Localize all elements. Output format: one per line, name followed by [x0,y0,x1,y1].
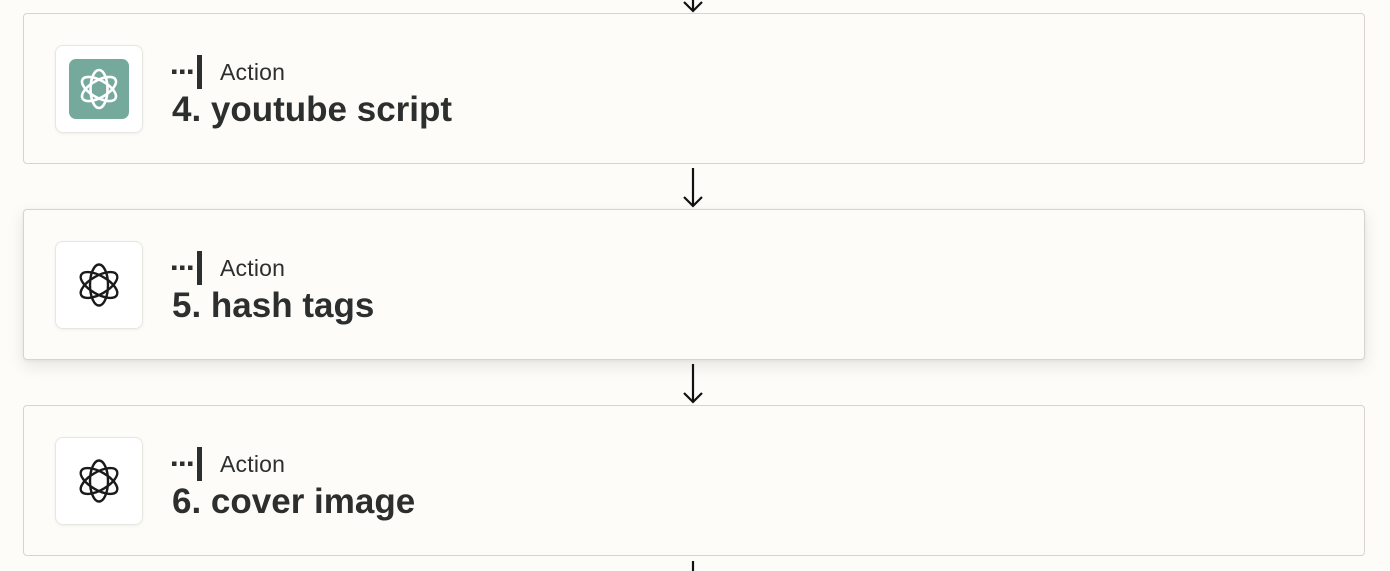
step-connector-arrow [681,559,705,571]
dashed-branch-icon [172,447,204,481]
step-title: 5. hash tags [172,286,375,325]
step-card-6[interactable]: Action 6. cover image [23,405,1365,556]
down-arrow-icon [683,0,703,13]
step-card-5[interactable]: Action 5. hash tags [23,209,1365,360]
openai-app-tile [69,59,129,119]
app-icon-container [55,241,143,329]
zap-editor-canvas: Action 4. youtube script Action 5. hash … [0,0,1390,571]
step-type-label: Action [220,450,286,477]
step-card-4[interactable]: Action 4. youtube script [23,13,1365,164]
app-icon-container [55,45,143,133]
step-type-row: Action [172,447,285,481]
dashed-branch-icon [172,251,204,285]
step-connector-arrow [681,167,705,209]
openai-logo-icon [79,459,119,503]
step-connector-arrow [681,363,705,405]
step-connector-arrow [681,0,705,14]
dashed-branch-icon [172,55,204,89]
step-type-label: Action [220,58,286,85]
app-icon-container [55,437,143,525]
step-type-row: Action [172,251,285,285]
down-arrow-icon [683,168,703,208]
openai-logo-icon [79,263,119,307]
step-type-label: Action [220,254,286,281]
step-title: 4. youtube script [172,90,453,129]
down-arrow-icon [691,561,695,571]
step-title: 6. cover image [172,482,416,521]
down-arrow-icon [683,364,703,404]
openai-app-tile [69,451,129,511]
step-type-row: Action [172,55,285,89]
openai-logo-icon [80,68,118,110]
openai-app-tile [69,255,129,315]
